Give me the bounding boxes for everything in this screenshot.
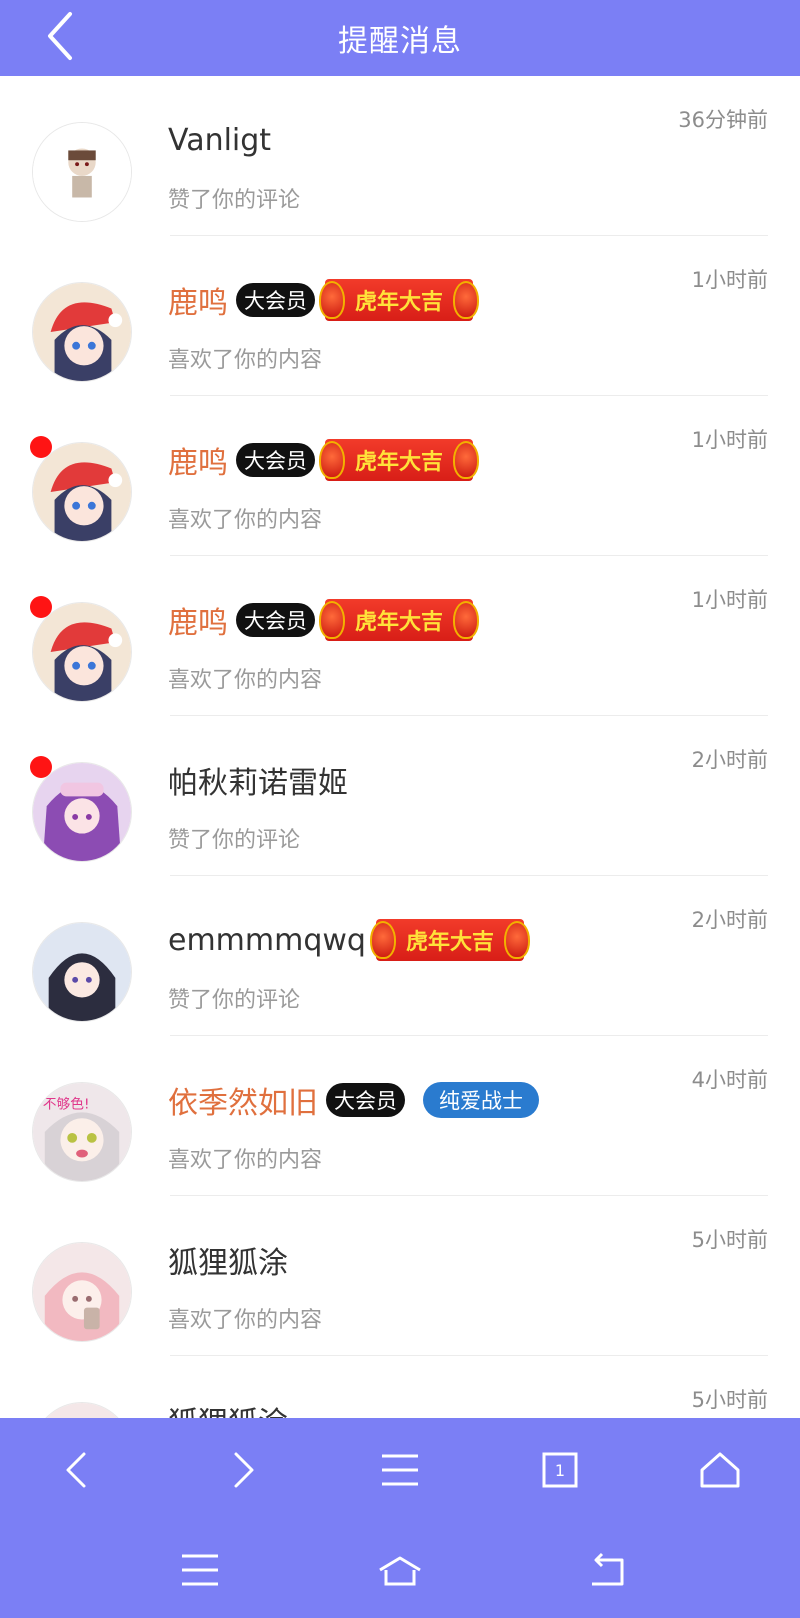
chevron-left-icon [48,12,72,60]
timestamp: 1小时前 [691,588,768,612]
action-text: 赞了你的评论 [168,988,301,1013]
timestamp: 1小时前 [691,268,768,292]
name-line: 鹿鸣 大会员 虎年大吉 [168,598,480,642]
avatar[interactable] [32,122,132,222]
action-text: 喜欢了你的内容 [168,348,323,373]
name-line: 鹿鸣 大会员 虎年大吉 [168,438,480,482]
tiger-year-badge: 虎年大吉 [319,279,480,321]
timestamp: 4小时前 [691,1068,768,1092]
lantern-icon [453,441,480,479]
action-text: 喜欢了你的内容 [168,508,323,533]
menu-icon [382,1454,418,1486]
menu-icon [182,1554,218,1586]
back-icon [592,1552,624,1586]
avatar[interactable]: 不够色! [32,1082,132,1182]
notification-item[interactable]: 狐狸狐涂 喜欢了你的内容 5小时前 [0,1196,800,1356]
system-back-button[interactable] [572,1534,644,1606]
action-text: 喜欢了你的内容 [168,1308,323,1333]
tabs-button[interactable]: 1 [524,1434,596,1506]
lantern-icon [369,921,396,959]
name-line: 狐狸狐涂 [168,1238,288,1282]
timestamp: 1小时前 [691,428,768,452]
username[interactable]: emmmmqwq [168,923,366,958]
lantern-icon [319,441,345,479]
vip-badge: 大会员 [236,443,315,477]
svg-text:不够色!: 不够色! [43,1095,90,1112]
tiger-year-badge: 虎年大吉 [319,599,480,641]
medal-badge: 纯爱战士 [423,1082,539,1118]
notification-item[interactable]: emmmmqwq 虎年大吉 赞了你的评论 2小时前 [0,876,800,1036]
notification-item[interactable]: 不够色! 依季然如旧 大会员 纯爱战士 喜欢了你的内容 4小时前 [0,1036,800,1196]
notification-item[interactable]: 鹿鸣 大会员 虎年大吉 喜欢了你的内容 1小时前 [0,236,800,396]
timestamp: 36分钟前 [678,108,768,132]
header-bar: 提醒消息 [0,0,800,76]
timestamp: 2小时前 [691,908,768,932]
timestamp: 5小时前 [691,1228,768,1252]
name-line: 狐狸狐涂 [168,1398,288,1418]
vip-badge: 大会员 [326,1083,405,1117]
timestamp: 5小时前 [691,1388,768,1412]
action-text: 赞了你的评论 [168,828,301,853]
browser-home-button[interactable] [684,1434,756,1506]
avatar[interactable] [32,922,132,1022]
lantern-icon [453,281,480,319]
avatar[interactable] [32,442,132,542]
username[interactable]: 依季然如旧 [168,1078,318,1122]
action-text: 喜欢了你的内容 [168,1148,323,1173]
name-line: 依季然如旧 大会员 纯爱战士 [168,1078,539,1122]
username[interactable]: Vanligt [168,123,271,158]
avatar[interactable] [32,282,132,382]
notification-item[interactable]: 狐狸狐涂 5小时前 [0,1356,800,1418]
notification-item[interactable]: Vanligt 赞了你的评论 36分钟前 [0,76,800,236]
tiger-year-badge: 虎年大吉 [369,919,530,961]
avatar[interactable] [32,1402,132,1418]
browser-forward-button[interactable] [206,1434,278,1506]
lantern-icon [453,601,480,639]
lantern-icon [319,601,345,639]
system-home-button[interactable] [364,1534,436,1606]
username[interactable]: 鹿鸣 [168,278,228,322]
notification-list[interactable]: Vanligt 赞了你的评论 36分钟前 鹿鸣 大会员 虎年大吉 喜欢了你的内容… [0,76,800,1418]
name-line: emmmmqwq 虎年大吉 [168,918,530,962]
action-text: 喜欢了你的内容 [168,668,323,693]
username[interactable]: 鹿鸣 [168,598,228,642]
bottom-navigation: 1 [0,1418,800,1618]
avatar[interactable] [32,762,132,862]
notification-item[interactable]: 鹿鸣 大会员 虎年大吉 喜欢了你的内容 1小时前 [0,396,800,556]
action-text: 赞了你的评论 [168,188,301,213]
timestamp: 2小时前 [691,748,768,772]
name-line: 帕秋莉诺雷姬 [168,758,348,802]
vip-badge: 大会员 [236,283,315,317]
avatar[interactable] [32,1242,132,1342]
avatar[interactable] [32,602,132,702]
username[interactable]: 狐狸狐涂 [168,1398,288,1418]
username[interactable]: 鹿鸣 [168,438,228,482]
chevron-left-icon [66,1452,86,1488]
lantern-icon [504,921,530,959]
home-icon [700,1452,740,1488]
back-button[interactable] [42,8,82,64]
notification-item[interactable]: 鹿鸣 大会员 虎年大吉 喜欢了你的内容 1小时前 [0,556,800,716]
vip-badge: 大会员 [236,603,315,637]
username[interactable]: 帕秋莉诺雷姬 [168,758,348,802]
browser-menu-button[interactable] [364,1434,436,1506]
lantern-icon [319,281,345,319]
username[interactable]: 狐狸狐涂 [168,1238,288,1282]
tiger-year-badge: 虎年大吉 [319,439,480,481]
system-menu-button[interactable] [164,1534,236,1606]
name-line: 鹿鸣 大会员 虎年大吉 [168,278,480,322]
page-title: 提醒消息 [338,24,462,59]
tab-count: 1 [554,1460,566,1480]
notification-item[interactable]: 帕秋莉诺雷姬 赞了你的评论 2小时前 [0,716,800,876]
chevron-right-icon [234,1452,254,1488]
home-icon [379,1556,421,1586]
browser-back-button[interactable] [42,1434,114,1506]
name-line: Vanligt [168,118,271,162]
